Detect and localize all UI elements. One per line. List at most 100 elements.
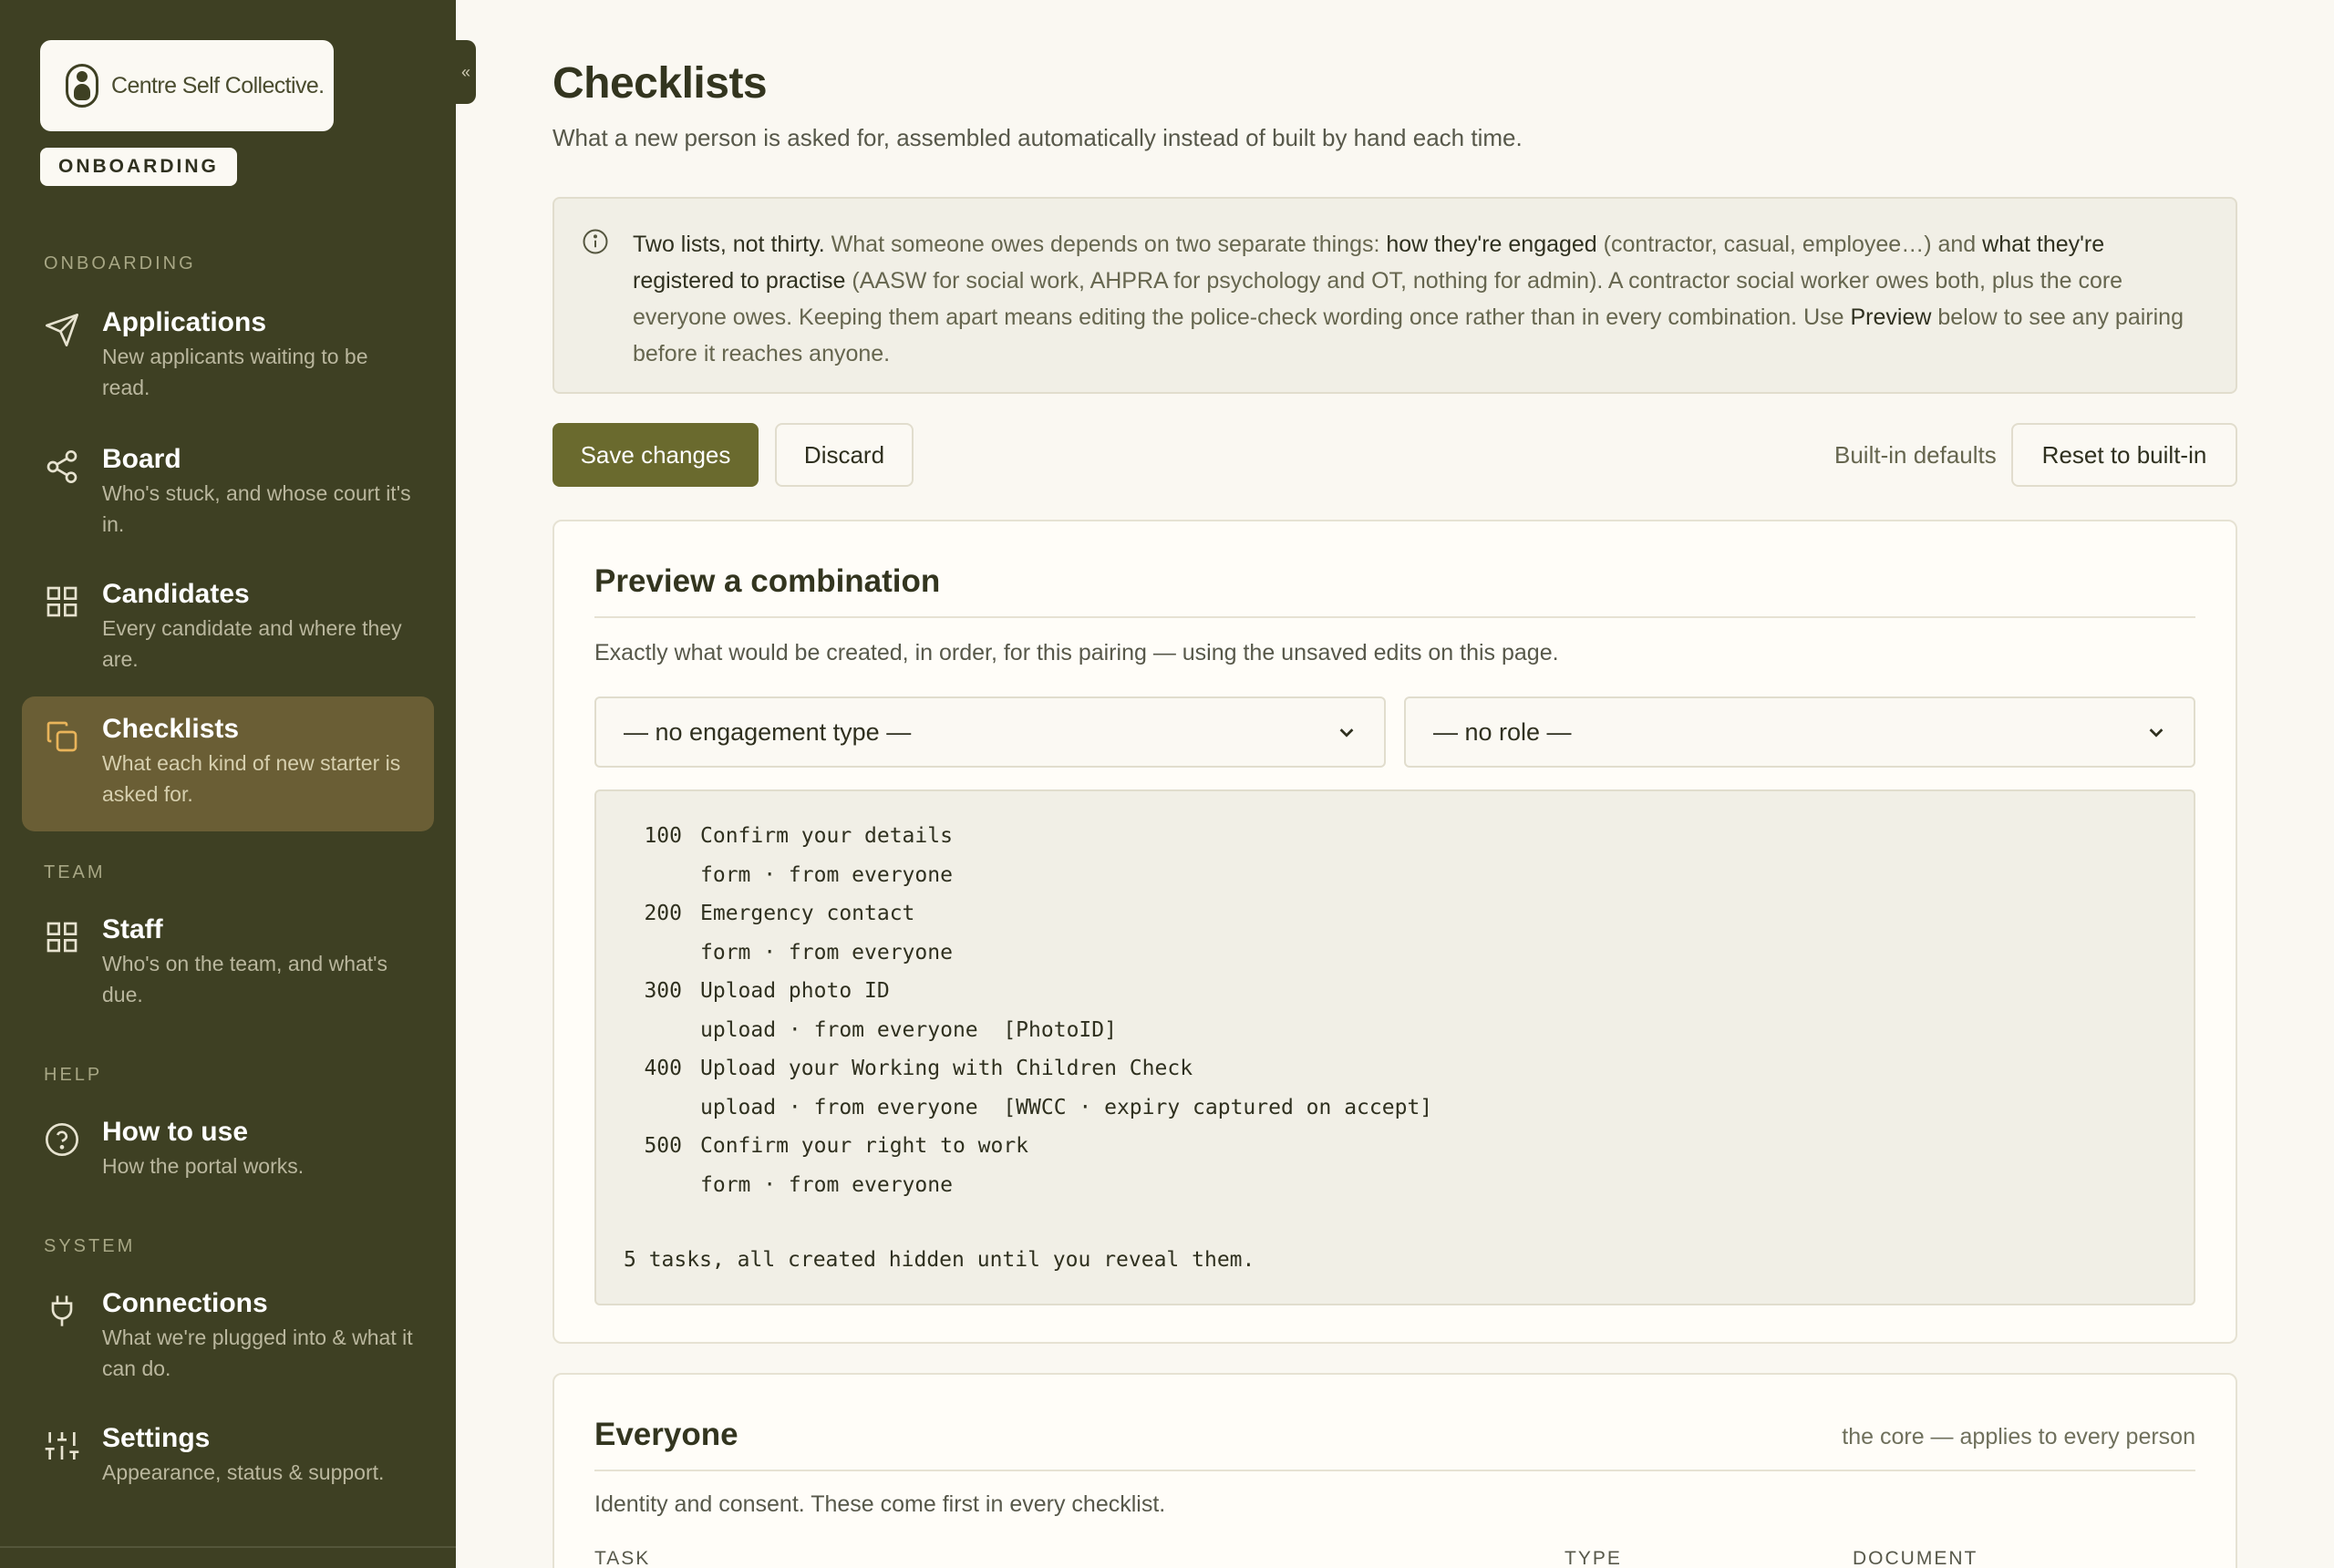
- info-emphasis: Preview: [1850, 304, 1932, 330]
- grid-icon: [46, 922, 77, 953]
- discard-button[interactable]: Discard: [775, 423, 914, 487]
- sidebar-item-connections[interactable]: Connections What we're plugged into & wh…: [22, 1271, 434, 1400]
- task-text: Confirm your right to work: [700, 1134, 1029, 1158]
- sidebar-item-title: Checklists: [102, 714, 240, 744]
- section-label-team: TEAM: [44, 862, 106, 882]
- task-order: [624, 1088, 700, 1128]
- preview-line: 200 Emergency contact: [624, 894, 2166, 934]
- save-changes-button[interactable]: Save changes: [553, 423, 759, 487]
- brand-logo-icon: [66, 64, 98, 108]
- everyone-aside: the core — applies to every person: [1842, 1424, 2195, 1449]
- sidebar-item-title: Connections: [102, 1288, 268, 1318]
- preview-summary: 5 tasks, all created hidden until you re…: [624, 1248, 1255, 1272]
- sidebar: Centre Self Collective. ONBOARDING ONBOA…: [0, 0, 456, 1568]
- task-order: 400: [644, 1057, 682, 1080]
- sidebar-item-board[interactable]: Board Who's stuck, and whose court it's …: [22, 427, 434, 556]
- info-icon: [583, 229, 608, 254]
- help-circle-icon: [46, 1123, 78, 1156]
- task-order: [624, 856, 700, 895]
- sidebar-item-desc: Who's on the team, and what's due.: [102, 952, 388, 1006]
- task-text: Upload your Working with Children Check: [700, 1057, 1193, 1080]
- role-value: — no role —: [1433, 717, 1572, 746]
- engagement-type-select[interactable]: — no engagement type —: [594, 696, 1386, 768]
- sidebar-item-title: Candidates: [102, 579, 250, 609]
- sidebar-item-desc: Every candidate and where they are.: [102, 616, 402, 671]
- sidebar-item-desc: New applicants waiting to be read.: [102, 345, 368, 399]
- section-label-help: HELP: [44, 1065, 103, 1085]
- preview-line: form · from everyone: [624, 1166, 2166, 1205]
- page-title: Checklists: [553, 59, 768, 108]
- column-header-task: TASK: [594, 1548, 651, 1568]
- everyone-description: Identity and consent. These come first i…: [594, 1491, 1166, 1517]
- sidebar-item-title: Settings: [102, 1423, 211, 1453]
- sidebar-item-applications[interactable]: Applications New applicants waiting to b…: [22, 290, 434, 419]
- preview-line: upload · from everyone [WWCC · expiry ca…: [624, 1088, 2166, 1128]
- preview-line: form · from everyone: [624, 934, 2166, 973]
- chevron-down-icon: [1339, 728, 1354, 738]
- task-text: form · from everyone: [700, 940, 953, 965]
- preview-line: upload · from everyone [PhotoID]: [624, 1011, 2166, 1050]
- sidebar-item-desc: Who's stuck, and whose court it's in.: [102, 481, 411, 536]
- task-text: form · from everyone: [700, 1172, 953, 1197]
- task-order: 300: [644, 979, 682, 1003]
- divider: [594, 1470, 2195, 1471]
- portal-badge: ONBOARDING: [40, 148, 237, 186]
- task-order: [624, 934, 700, 973]
- task-order: 500: [644, 1134, 682, 1158]
- page-subtitle: What a new person is asked for, assemble…: [553, 124, 1523, 151]
- copy-icon: [46, 721, 77, 752]
- info-lead: Two lists, not thirty.: [633, 232, 825, 257]
- sidebar-item-candidates[interactable]: Candidates Every candidate and where the…: [22, 562, 434, 691]
- sidebar-item-title: How to use: [102, 1117, 249, 1147]
- send-icon: [46, 314, 78, 346]
- info-callout: Two lists, not thirty. What someone owes…: [553, 197, 2237, 394]
- preview-line: 400 Upload your Working with Children Che…: [624, 1049, 2166, 1088]
- task-text: upload · from everyone [PhotoID]: [700, 1017, 1117, 1042]
- info-emphasis: how they're engaged: [1386, 232, 1597, 257]
- brand-name: Centre Self Collective.: [111, 72, 325, 98]
- section-label-system: SYSTEM: [44, 1236, 136, 1256]
- preview-title: Preview a combination: [594, 563, 941, 599]
- task-text: Emergency contact: [700, 902, 915, 925]
- column-header-type: TYPE: [1565, 1548, 1622, 1568]
- info-text: What someone owes depends on two separat…: [824, 232, 1387, 257]
- role-select[interactable]: — no role —: [1404, 696, 2195, 768]
- sidebar-item-staff[interactable]: Staff Who's on the team, and what's due.: [22, 897, 434, 1026]
- task-order: 200: [644, 902, 682, 925]
- info-text: (contractor, casual, employee…) and: [1596, 232, 1983, 257]
- grid-icon: [46, 586, 77, 617]
- task-text: Upload photo ID: [700, 979, 890, 1003]
- task-order: [624, 1166, 700, 1205]
- section-label-onboarding: ONBOARDING: [44, 253, 196, 273]
- preview-output: 100 Confirm your details form · from ever…: [594, 789, 2195, 1305]
- engagement-type-value: — no engagement type —: [624, 717, 912, 746]
- divider: [594, 616, 2195, 618]
- preview-line: 300 Upload photo ID: [624, 972, 2166, 1011]
- sidebar-item-desc: What each kind of new starter is asked f…: [102, 751, 401, 806]
- chevron-down-icon: [2149, 728, 2164, 738]
- preview-description: Exactly what would be created, in order,…: [594, 640, 1559, 665]
- builtin-defaults-label: Built-in defaults: [1834, 441, 1997, 469]
- sidebar-divider: [0, 1546, 456, 1548]
- sidebar-item-settings[interactable]: Settings Appearance, status & support.: [22, 1406, 434, 1504]
- preview-card: Preview a combination Exactly what would…: [553, 520, 2237, 1344]
- task-text: upload · from everyone [WWCC · expiry ca…: [700, 1095, 1433, 1119]
- sliders-icon: [45, 1432, 79, 1460]
- sidebar-collapse-button[interactable]: «: [456, 40, 476, 104]
- share-icon: [46, 450, 77, 483]
- task-order: 100: [644, 824, 682, 848]
- brand-logo-card[interactable]: Centre Self Collective.: [40, 40, 334, 131]
- everyone-title: Everyone: [594, 1417, 738, 1452]
- sidebar-item-checklists[interactable]: Checklists What each kind of new starter…: [22, 696, 434, 831]
- preview-line: 500 Confirm your right to work: [624, 1127, 2166, 1166]
- sidebar-item-title: Board: [102, 444, 181, 474]
- preview-line: 100 Confirm your details: [624, 817, 2166, 856]
- plug-icon: [51, 1295, 73, 1326]
- sidebar-item-desc: Appearance, status & support.: [102, 1460, 385, 1484]
- reset-to-builtin-button[interactable]: Reset to built-in: [2011, 423, 2237, 487]
- sidebar-item-title: Staff: [102, 914, 163, 944]
- sidebar-item-how-to-use[interactable]: How to use How the portal works.: [22, 1099, 434, 1198]
- preview-line: form · from everyone: [624, 856, 2166, 895]
- everyone-card: Everyone the core — applies to every per…: [553, 1373, 2237, 1568]
- sidebar-item-title: Applications: [102, 307, 267, 337]
